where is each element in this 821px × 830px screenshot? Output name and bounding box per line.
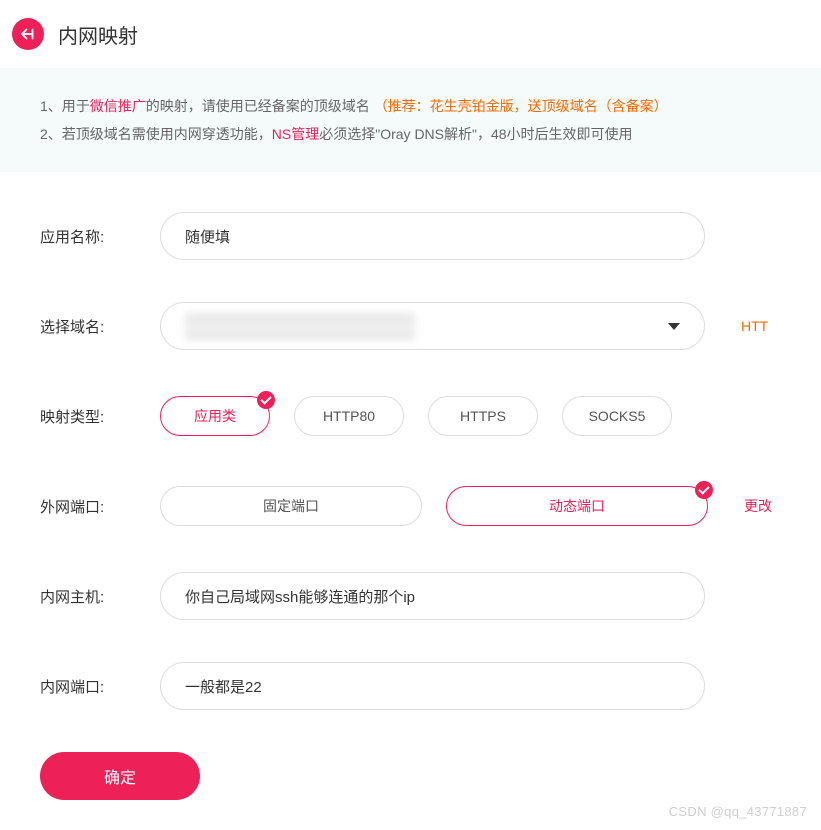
submit-row: 确定 xyxy=(0,752,821,800)
row-app-name: 应用名称: xyxy=(0,212,821,260)
chevron-down-icon xyxy=(668,323,680,330)
submit-button[interactable]: 确定 xyxy=(40,752,200,800)
ext-port-fixed[interactable]: 固定端口 xyxy=(160,486,422,526)
label-app-name: 应用名称: xyxy=(40,226,160,247)
label-domain: 选择域名: xyxy=(40,316,160,337)
highlight-ns: NS管理 xyxy=(272,126,319,142)
mapping-form: 应用名称: 选择域名: HTT 映射类型: 应用类 HTTP80 xyxy=(0,172,821,830)
row-int-port: 内网端口: xyxy=(0,662,821,710)
domain-value-blurred xyxy=(185,312,415,340)
ext-port-dynamic[interactable]: 动态端口 xyxy=(446,486,708,526)
page-header: 内网映射 xyxy=(0,0,821,68)
map-type-https[interactable]: HTTPS xyxy=(428,396,538,436)
back-arrow-icon xyxy=(19,25,37,43)
map-type-socks5[interactable]: SOCKS5 xyxy=(562,396,672,436)
ext-port-change-link[interactable]: 更改 xyxy=(744,496,772,516)
highlight-recommend: （推荐：花生壳铂金版，送顶级域名（含备案） xyxy=(374,98,668,114)
ext-port-options: 固定端口 动态端口 xyxy=(160,486,708,526)
label-int-port: 内网端口: xyxy=(40,676,160,697)
row-ext-port: 外网端口: 固定端口 动态端口 更改 xyxy=(0,482,821,530)
domain-side-text: HTT xyxy=(741,318,768,334)
app-name-input[interactable] xyxy=(160,212,705,260)
row-int-host: 内网主机: xyxy=(0,572,821,620)
label-map-type: 映射类型: xyxy=(40,406,160,427)
map-type-app[interactable]: 应用类 xyxy=(160,396,270,436)
int-port-input[interactable] xyxy=(160,662,705,710)
page-title: 内网映射 xyxy=(58,20,138,49)
watermark: CSDN @qq_43771887 xyxy=(669,804,807,819)
back-button[interactable] xyxy=(12,18,44,50)
check-icon xyxy=(695,481,713,499)
label-int-host: 内网主机: xyxy=(40,586,160,607)
domain-select[interactable] xyxy=(160,302,705,350)
notice-box: 1、用于微信推广的映射，请使用已经备案的顶级域名 （推荐：花生壳铂金版，送顶级域… xyxy=(0,68,821,172)
row-domain: 选择域名: HTT xyxy=(0,302,821,350)
map-type-http80[interactable]: HTTP80 xyxy=(294,396,404,436)
map-type-options: 应用类 HTTP80 HTTPS SOCKS5 xyxy=(160,396,672,436)
label-ext-port: 外网端口: xyxy=(40,496,160,517)
row-map-type: 映射类型: 应用类 HTTP80 HTTPS SOCKS5 xyxy=(0,392,821,440)
notice-line-2: 2、若顶级域名需使用内网穿透功能，NS管理必须选择"Oray DNS解析"，48… xyxy=(40,120,781,148)
int-host-input[interactable] xyxy=(160,572,705,620)
notice-line-1: 1、用于微信推广的映射，请使用已经备案的顶级域名 （推荐：花生壳铂金版，送顶级域… xyxy=(40,92,781,120)
check-icon xyxy=(257,391,275,409)
highlight-wechat: 微信推广 xyxy=(90,98,146,114)
